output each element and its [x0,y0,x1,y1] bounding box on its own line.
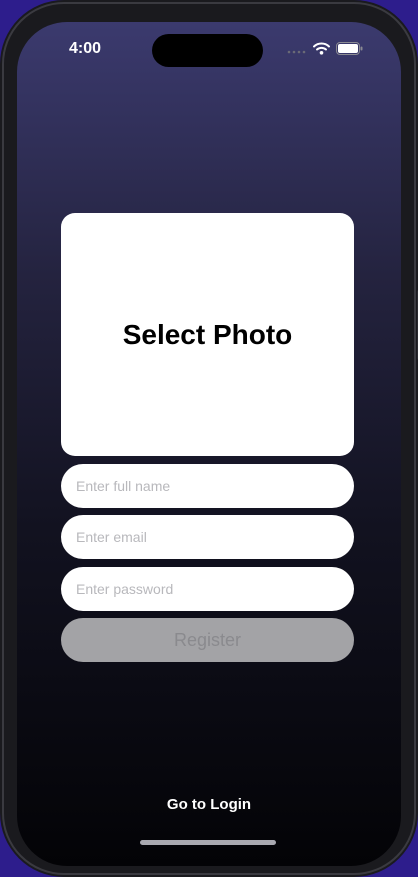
home-indicator[interactable] [140,840,276,845]
app-screen: 4:00 Select Photo Enter full name Enter … [17,22,401,866]
email-input[interactable] [61,515,354,559]
register-button[interactable]: Register [61,618,354,662]
select-photo-button[interactable]: Select Photo [61,213,354,456]
status-time: 4:00 [69,40,102,57]
status-icons [287,42,363,60]
go-to-login-link[interactable]: Go to Login [17,796,401,813]
signal-dots-icon [287,42,307,60]
device-frame: 4:00 Select Photo Enter full name Enter … [0,0,418,877]
select-photo-label: Select Photo [122,318,293,350]
password-input[interactable] [61,567,354,611]
dynamic-island [152,34,263,67]
battery-icon [336,42,363,60]
wifi-icon [313,42,330,60]
full-name-input[interactable] [61,464,354,508]
